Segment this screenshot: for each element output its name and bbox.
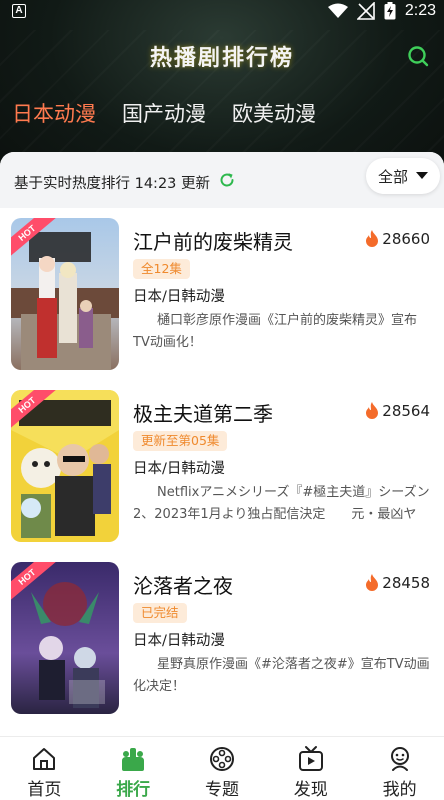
heat-score: 28660 xyxy=(364,230,430,248)
ranking-content: 基于实时热度排行 14:23 更新 全部 HOT 江户前的废柴精灵 28660 … xyxy=(0,152,444,736)
bottom-nav: 首页 排行 专题 发现 我的 xyxy=(0,736,444,800)
episode-badge: 已完结 xyxy=(133,603,187,623)
fire-icon xyxy=(366,230,379,247)
nav-label: 排行 xyxy=(116,780,151,800)
item-title[interactable]: 极主夫道第二季 xyxy=(133,398,273,427)
topic-icon xyxy=(209,747,234,771)
status-time: 2:23 xyxy=(404,2,436,19)
heat-score: 28564 xyxy=(364,402,430,420)
title-wrap: 热播剧排行榜 xyxy=(0,40,444,72)
episode-badge: 更新至第05集 xyxy=(133,431,228,451)
list-item[interactable]: HOT 极主夫道第二季 28564 更新至第05集 日本/日韩动漫 Netfli… xyxy=(0,390,444,550)
no-signal-icon xyxy=(356,2,375,20)
list-item[interactable]: HOT 江户前的废柴精灵 28660 全12集 日本/日韩动漫 樋口彰彦原作漫画… xyxy=(0,218,444,378)
status-icons: 2:23 xyxy=(327,1,436,21)
item-region: 日本/日韩动漫 xyxy=(133,633,225,649)
tab-japanese-anime[interactable]: 日本动漫 xyxy=(12,98,96,128)
home-icon xyxy=(33,748,56,770)
heat-value: 28660 xyxy=(382,230,430,248)
heat-value: 28458 xyxy=(382,574,430,592)
tab-western-anime[interactable]: 欧美动漫 xyxy=(232,98,316,128)
cover-image[interactable]: HOT xyxy=(11,390,119,542)
cover-image[interactable]: HOT xyxy=(11,562,119,714)
nav-discover[interactable]: 发现 xyxy=(266,737,355,800)
item-description: Netflixアニメシリーズ『#極主夫道』シーズン2、2023年1月より独占配信… xyxy=(133,485,430,522)
notification-a-icon: A xyxy=(12,4,26,18)
refresh-icon[interactable] xyxy=(218,171,236,189)
item-region: 日本/日韩动漫 xyxy=(133,461,225,477)
nav-label: 发现 xyxy=(293,780,328,800)
caret-down-icon xyxy=(416,172,428,179)
nav-topic[interactable]: 专题 xyxy=(178,737,267,800)
fire-icon xyxy=(366,402,379,419)
search-icon[interactable] xyxy=(406,44,430,68)
nav-ranking[interactable]: 排行 xyxy=(89,737,178,800)
tab-chinese-anime[interactable]: 国产动漫 xyxy=(122,98,206,128)
profile-icon xyxy=(390,747,409,771)
cover-image[interactable]: HOT xyxy=(11,218,119,370)
nav-label: 专题 xyxy=(204,780,239,800)
update-info: 基于实时热度排行 14:23 更新 xyxy=(14,176,211,192)
filter-dropdown[interactable]: 全部 xyxy=(366,158,440,194)
heat-score: 28458 xyxy=(364,574,430,592)
item-region: 日本/日韩动漫 xyxy=(133,289,225,305)
nav-label: 我的 xyxy=(382,780,417,800)
item-description: 星野真原作漫画《#沦落者之夜#》宣布TV动画化决定！ xyxy=(133,657,430,694)
fire-icon xyxy=(366,574,379,591)
item-title[interactable]: 江户前的废柴精灵 xyxy=(133,226,293,255)
filter-label: 全部 xyxy=(377,167,408,186)
nav-label: 首页 xyxy=(27,780,62,800)
ranking-icon xyxy=(122,748,145,771)
item-description: 樋口彰彦原作漫画《江户前的废柴精灵》宣布TV动画化！ xyxy=(133,313,418,350)
discover-icon xyxy=(298,746,323,771)
heat-value: 28564 xyxy=(382,402,430,420)
battery-charging-icon xyxy=(384,2,396,20)
page-title: 热播剧排行榜 xyxy=(149,46,294,71)
nav-profile[interactable]: 我的 xyxy=(355,737,444,800)
category-tabs: 日本动漫 国产动漫 欧美动漫 xyxy=(12,98,316,128)
status-bar: A 2:23 xyxy=(0,0,444,22)
update-bar: 基于实时热度排行 14:23 更新 全部 xyxy=(0,152,444,208)
wifi-icon xyxy=(327,3,348,18)
list-item[interactable]: HOT 沦落者之夜 28458 已完结 日本/日韩动漫 星野真原作漫画《#沦落者… xyxy=(0,562,444,722)
item-title[interactable]: 沦落者之夜 xyxy=(133,570,233,599)
episode-badge: 全12集 xyxy=(133,259,190,279)
nav-home[interactable]: 首页 xyxy=(0,737,89,800)
